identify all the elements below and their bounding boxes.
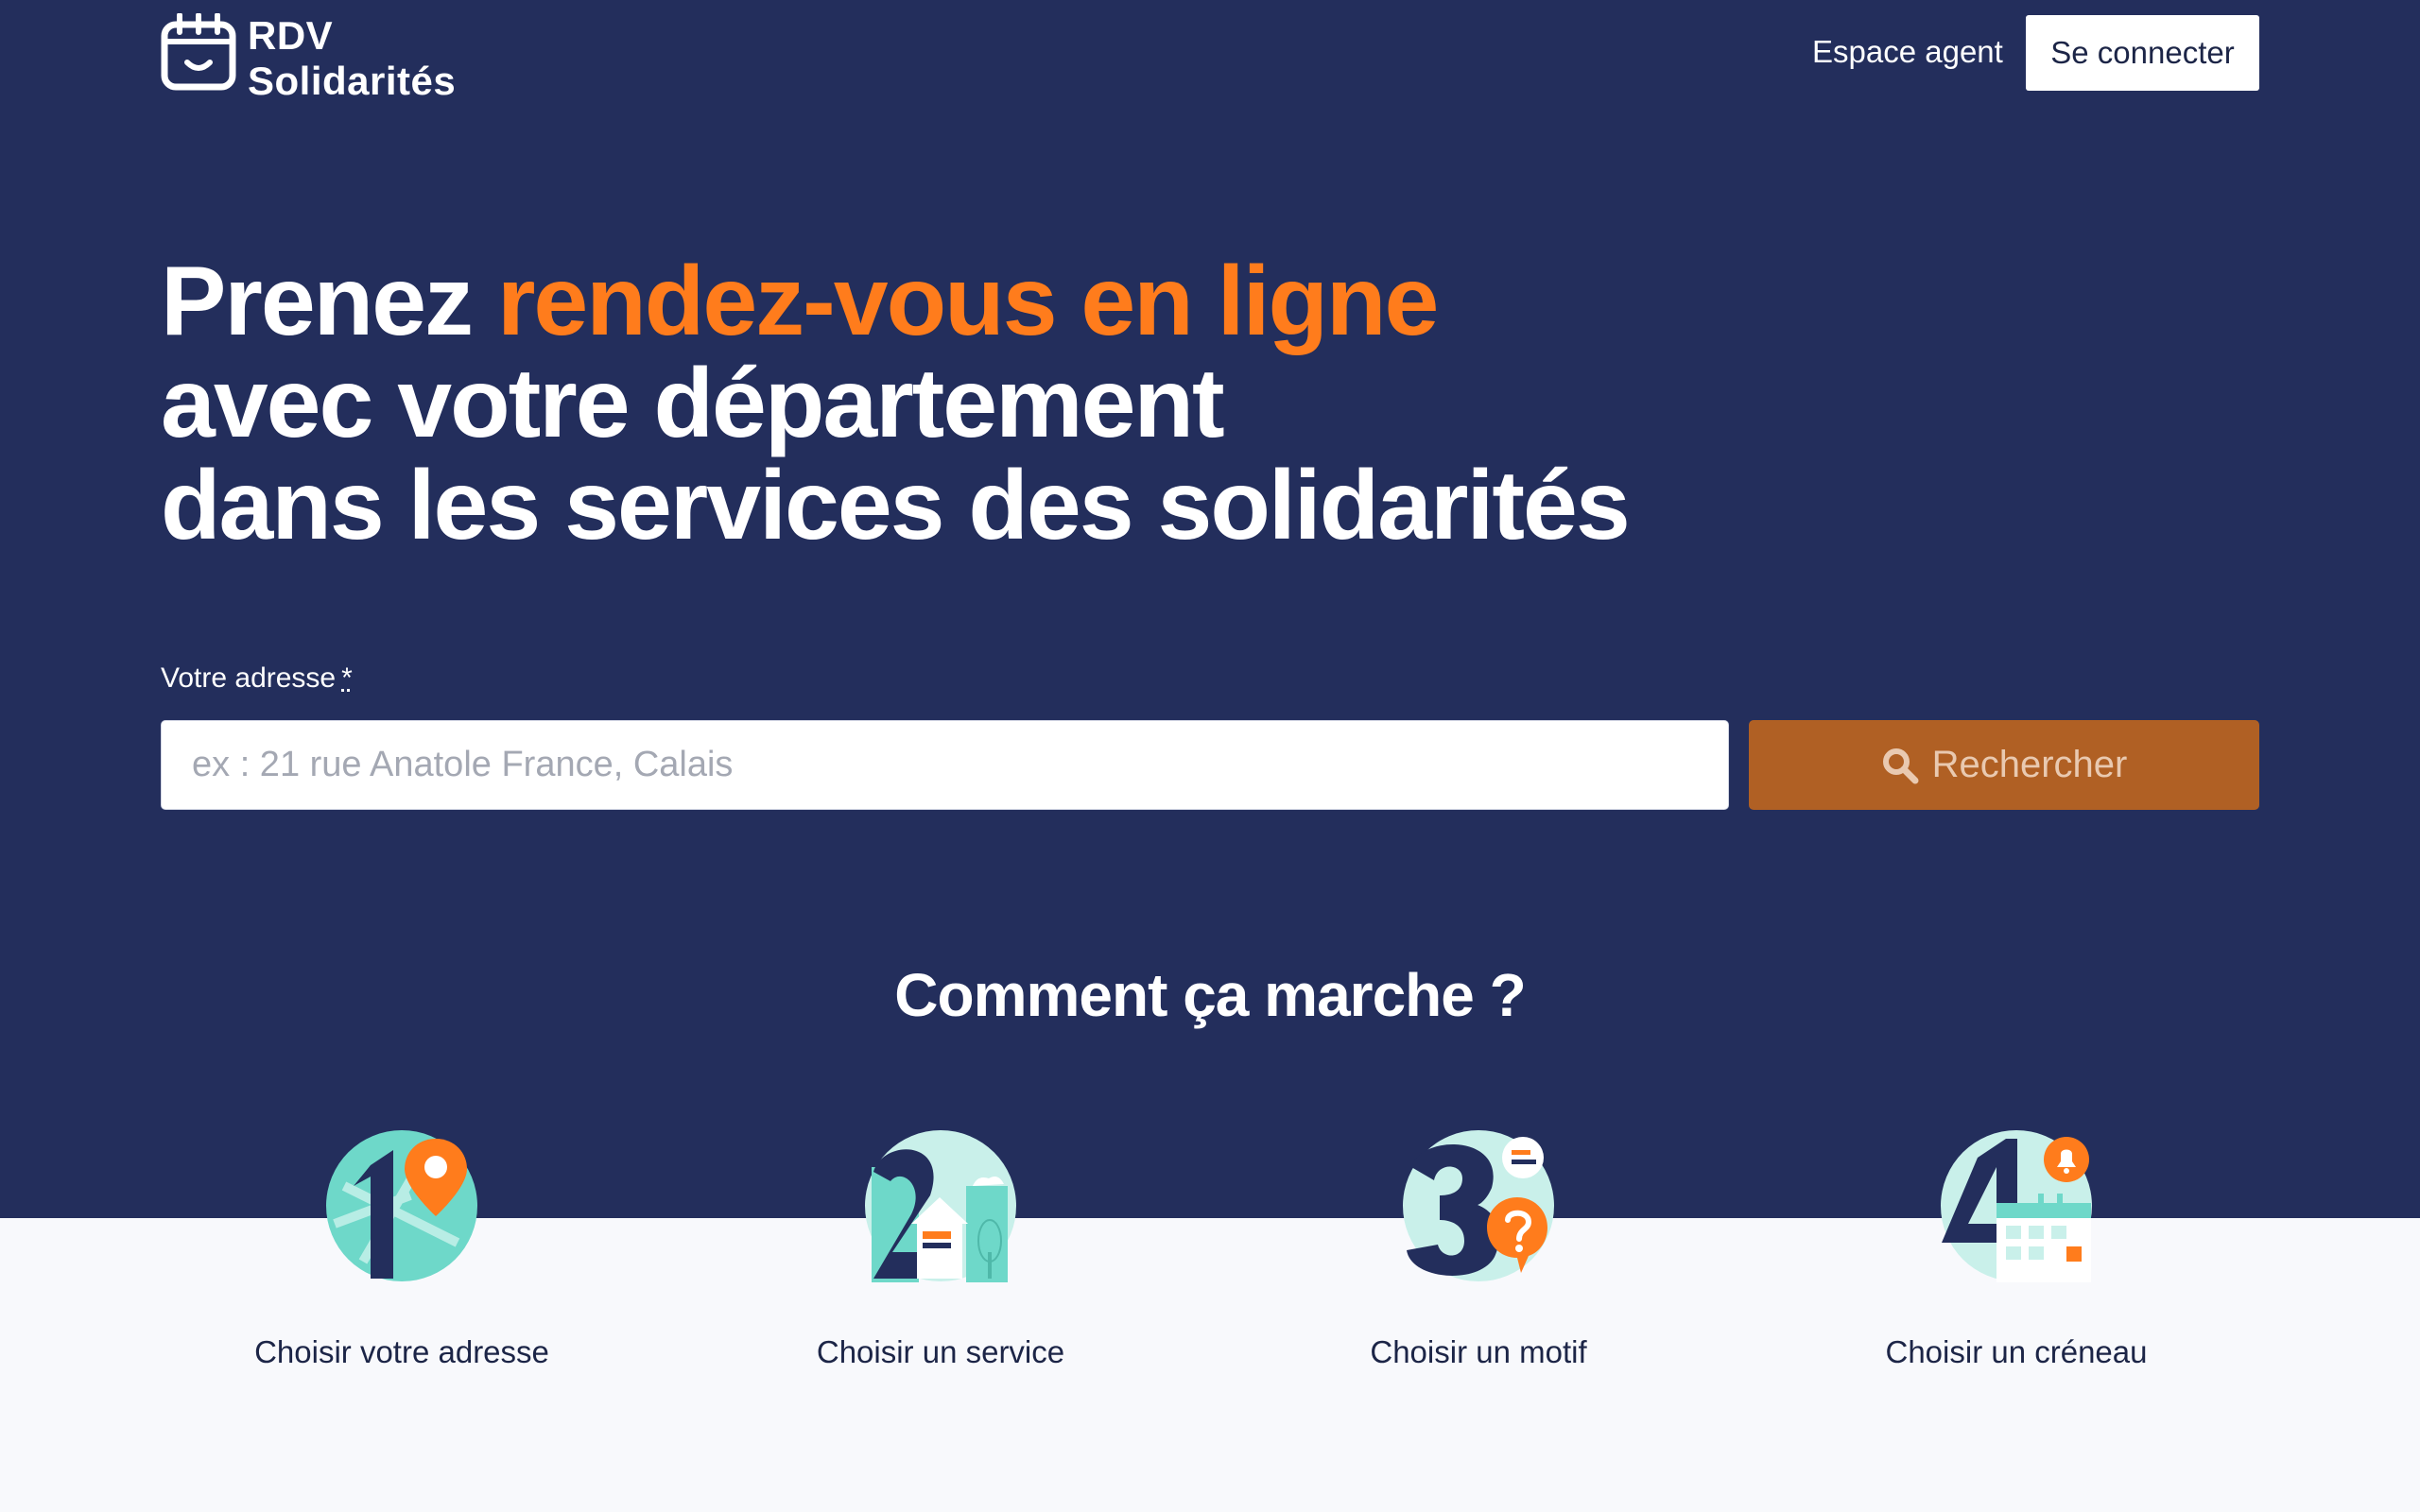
how-it-works-title: Comment ça marche ?	[894, 961, 1526, 1029]
address-label-text: Votre adresse	[161, 662, 337, 694]
step-label: Choisir un motif	[1370, 1334, 1587, 1369]
headline-line-2: avec votre département	[161, 349, 1225, 458]
address-input[interactable]	[161, 720, 1729, 810]
page-title: Prenez rendez-vous en ligne avec votre d…	[161, 250, 1631, 560]
logo-line-2: Solidarités	[248, 59, 457, 103]
search-icon	[1882, 747, 1919, 783]
headline-line-1: Prenez rendez-vous en ligne	[161, 250, 1629, 352]
headline-part-1: Prenez	[161, 247, 497, 356]
step-3: Choisir un motif	[1242, 1129, 1715, 1373]
search-button-label: Rechercher	[1931, 744, 2128, 785]
address-label: Votre adresse *	[161, 660, 353, 697]
calendar-bell-icon	[1941, 1130, 2092, 1282]
logo[interactable]: RDV Solidarités	[161, 13, 456, 104]
question-bubble-icon	[1403, 1130, 1554, 1281]
step-label: Choisir un créneau	[1885, 1334, 2148, 1369]
agent-space-link[interactable]: Espace agent	[1812, 28, 2003, 76]
required-mark: *	[341, 662, 353, 694]
logo-text: RDV Solidarités	[248, 13, 456, 104]
step-label: Choisir un service	[816, 1334, 1065, 1369]
step-2: Choisir un service	[704, 1129, 1177, 1373]
search-button[interactable]: Rechercher	[1749, 720, 2259, 810]
step-label: Choisir votre adresse	[254, 1334, 549, 1369]
step-1: Choisir votre adresse	[165, 1129, 638, 1373]
hero-section: RDV Solidarités Espace agent Se connecte…	[0, 0, 2420, 1218]
headline-line-3: dans les services des solidarités	[161, 451, 1631, 560]
step-4: Choisir un créneau	[1780, 1129, 2253, 1373]
headline-accent: rendez-vous en ligne	[496, 247, 1439, 356]
building-icon	[865, 1130, 1016, 1282]
login-button[interactable]: Se connecter	[2026, 15, 2259, 91]
map-pin-icon	[326, 1130, 477, 1281]
calendar-smile-icon	[161, 13, 236, 91]
logo-line-1: RDV	[248, 13, 334, 58]
